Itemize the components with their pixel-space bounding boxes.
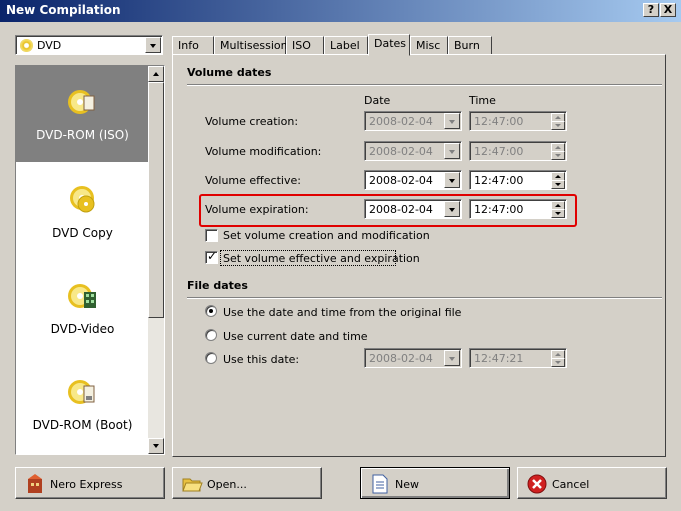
new-document-icon [372, 474, 388, 494]
chevron-down-icon [444, 113, 460, 129]
divider [187, 297, 662, 299]
file-dates-heading: File dates [187, 279, 248, 292]
media-type-select[interactable]: DVD [15, 35, 163, 55]
volume-dates-heading: Volume dates [187, 66, 272, 79]
spin-down-icon [551, 358, 565, 367]
volume-effective-time[interactable]: 12:47:00 [469, 170, 567, 190]
divider [187, 84, 662, 86]
date-value: 2008-02-04 [369, 115, 433, 128]
volume-creation-label: Volume creation: [205, 115, 299, 128]
tab-iso[interactable]: ISO [286, 36, 324, 55]
compilation-type-list[interactable]: DVD-ROM (ISO) DVD Copy DVD-Video DVD-ROM… [15, 65, 165, 455]
tab-label[interactable]: Label [324, 36, 368, 55]
chevron-down-icon[interactable] [145, 37, 161, 53]
list-item-dvd-rom-iso[interactable]: DVD-ROM (ISO) [16, 66, 165, 162]
window-title: New Compilation [6, 3, 121, 17]
cancel-label: Cancel [552, 478, 590, 491]
time-column-header: Time [469, 94, 496, 107]
chevron-down-icon [153, 444, 159, 448]
scroll-down-button[interactable] [148, 438, 164, 454]
list-item-label: DVD Copy [52, 226, 113, 240]
this-date-label[interactable]: Use this date: [223, 353, 299, 366]
spin-down-icon[interactable] [551, 180, 565, 189]
current-date-radio[interactable] [205, 329, 217, 341]
dvd-rom-iso-icon [68, 90, 95, 114]
volume-modification-label: Volume modification: [205, 145, 322, 158]
volume-creation-time: 12:47:00 [469, 111, 567, 131]
dvd-video-icon [68, 284, 96, 308]
cancel-button[interactable]: Cancel [517, 467, 667, 499]
volume-modification-date: 2008-02-04 [364, 141, 462, 161]
date-value: 2008-02-04 [369, 174, 433, 187]
tab-misc[interactable]: Misc [410, 36, 448, 55]
time-value: 12:47:00 [474, 174, 524, 187]
time-value: 12:47:00 [474, 145, 524, 158]
volume-effective-label: Volume effective: [205, 174, 301, 187]
focus-rect [220, 250, 396, 266]
set-effective-checkbox[interactable] [205, 249, 218, 264]
volume-modification-time: 12:47:00 [469, 141, 567, 161]
this-date-time: 12:47:21 [469, 348, 567, 368]
list-scrollbar[interactable] [148, 66, 164, 454]
spin-down-icon [551, 121, 565, 130]
list-item-dvd-copy[interactable]: DVD Copy [16, 176, 149, 272]
date-column-header: Date [364, 94, 391, 107]
date-value: 2008-02-04 [369, 352, 433, 365]
cancel-icon [527, 474, 547, 494]
this-date-radio[interactable] [205, 352, 217, 364]
chevron-up-icon [153, 72, 159, 76]
tab-multisession[interactable]: Multisession [214, 36, 288, 55]
list-item-label: DVD-ROM (Boot) [32, 418, 133, 432]
time-value: 12:47:21 [474, 352, 524, 365]
set-creation-label[interactable]: Set volume creation and modification [223, 229, 430, 242]
nero-express-label: Nero Express [50, 478, 123, 491]
dvd-rom-boot-icon [68, 380, 95, 404]
open-button[interactable]: Open... [172, 467, 322, 499]
tab-dates[interactable]: Dates [368, 34, 410, 56]
spin-down-icon [551, 151, 565, 160]
chevron-down-icon[interactable] [444, 172, 460, 188]
list-item-label: DVD-ROM (ISO) [36, 128, 129, 142]
tab-burn[interactable]: Burn [448, 36, 492, 55]
original-date-label[interactable]: Use the date and time from the original … [223, 306, 461, 319]
volume-effective-date[interactable]: 2008-02-04 [364, 170, 462, 190]
nero-express-icon [28, 474, 42, 493]
volume-creation-date: 2008-02-04 [364, 111, 462, 131]
help-button[interactable]: ? [643, 3, 659, 17]
new-button[interactable]: New [360, 467, 510, 499]
chevron-down-icon [444, 350, 460, 366]
list-item-dvd-rom-boot[interactable]: DVD-ROM (Boot) [16, 368, 149, 464]
scroll-thumb[interactable] [148, 82, 164, 318]
nero-express-button[interactable]: Nero Express [15, 467, 165, 499]
this-date-date: 2008-02-04 [364, 348, 462, 368]
scroll-up-button[interactable] [148, 66, 164, 82]
highlight-box [199, 194, 577, 227]
media-type-value: DVD [37, 39, 62, 52]
list-item-label: DVD-Video [50, 322, 115, 336]
close-button[interactable]: X [660, 3, 676, 17]
new-label: New [395, 478, 419, 491]
original-date-radio[interactable] [205, 305, 217, 317]
new-compilation-window: New Compilation ? X DVD DVD-ROM (ISO) DV… [0, 0, 681, 511]
title-bar[interactable]: New Compilation ? X [0, 0, 681, 22]
date-value: 2008-02-04 [369, 145, 433, 158]
current-date-label[interactable]: Use current date and time [223, 330, 368, 343]
dvd-copy-icon [70, 186, 95, 213]
open-label: Open... [207, 478, 247, 491]
tab-info[interactable]: Info [172, 36, 214, 55]
dvd-icon [20, 39, 33, 52]
set-creation-checkbox[interactable] [205, 229, 218, 242]
chevron-down-icon [444, 143, 460, 159]
list-item-dvd-video[interactable]: DVD-Video [16, 272, 149, 368]
folder-open-icon [182, 478, 203, 492]
time-value: 12:47:00 [474, 115, 524, 128]
